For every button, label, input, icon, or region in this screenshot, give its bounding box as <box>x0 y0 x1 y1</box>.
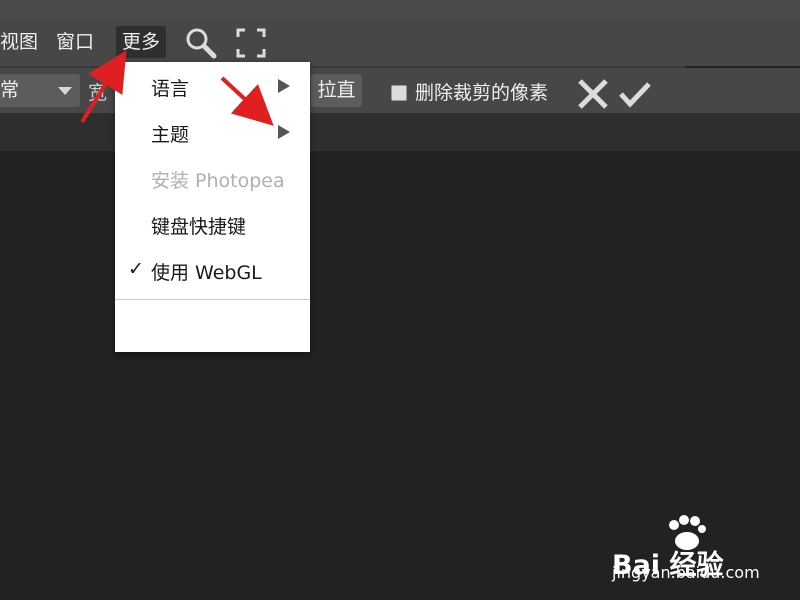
width-label: 宽 <box>88 82 108 104</box>
chevron-down-icon <box>58 87 72 95</box>
straighten-button[interactable]: 拉直 <box>311 74 362 107</box>
checkmark-icon: ✓ <box>128 258 144 280</box>
delete-cropped-label: 删除裁剪的像素 <box>415 82 549 104</box>
menu-item-keyboard-shortcuts[interactable]: 键盘快捷键 <box>115 202 310 246</box>
menu-item-label: 键盘快捷键 <box>151 216 247 238</box>
menu-separator <box>115 299 310 300</box>
submenu-arrow-icon <box>278 125 290 139</box>
menu-more[interactable]: 更多 <box>116 26 167 58</box>
menu-item-language[interactable]: 语言 <box>115 64 310 108</box>
menu-item-label: 主题 <box>151 124 190 146</box>
submenu-arrow-icon <box>278 79 290 93</box>
menu-item-label: 安装 Photopea <box>151 170 285 192</box>
menu-item-label: 使用 WebGL <box>151 262 262 284</box>
menu-item-label: 语言 <box>151 78 190 100</box>
cancel-icon[interactable] <box>576 77 610 111</box>
baidu-jingyan-watermark: Bai 经验 jingyan.baidu.com <box>612 515 772 585</box>
delete-cropped-checkbox[interactable] <box>391 85 407 101</box>
commit-check-icon[interactable] <box>618 77 652 111</box>
watermark-url: jingyan.baidu.com <box>612 563 760 582</box>
menu-item-theme[interactable]: 主题 <box>115 110 310 154</box>
menu-view[interactable]: 视图 <box>0 26 44 58</box>
search-icon[interactable] <box>184 26 218 60</box>
mode-select-value: 常 <box>0 79 20 101</box>
menu-item-install-photopea: 安装 Photopea <box>115 156 310 200</box>
menu-window[interactable]: 窗口 <box>50 26 100 58</box>
menu-item-use-webgl[interactable]: ✓ 使用 WebGL <box>115 248 310 292</box>
fullscreen-icon[interactable] <box>234 26 268 60</box>
title-strip <box>0 0 800 18</box>
mode-select[interactable]: 常 <box>0 74 80 107</box>
more-menu-dropdown: 语言 主题 安装 Photopea 键盘快捷键 ✓ 使用 WebGL <box>115 62 310 352</box>
